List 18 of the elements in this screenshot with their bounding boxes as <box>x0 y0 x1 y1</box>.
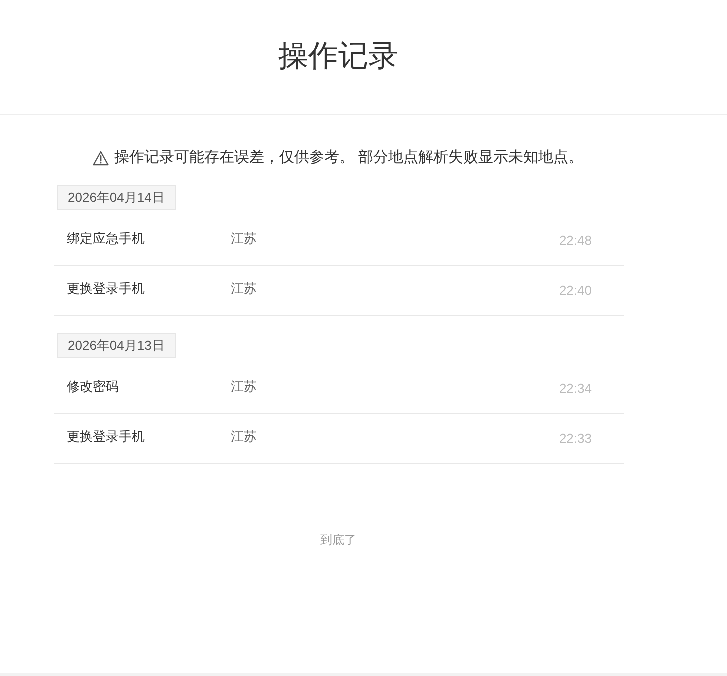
date-tag: 2026年04月13日 <box>57 333 176 358</box>
end-of-list-text: 到底了 <box>320 532 356 549</box>
record-time: 22:34 <box>559 380 592 398</box>
record-action: 更换登录手机 <box>67 280 146 298</box>
record-action: 更换登录手机 <box>67 428 146 446</box>
record-location: 江苏 <box>231 428 257 446</box>
date-tag: 2026年04月14日 <box>57 185 176 210</box>
notice-text: 操作记录可能存在误差，仅供参考。 部分地点解析失败显示未知地点。 <box>114 148 584 168</box>
record-location: 江苏 <box>231 230 257 248</box>
warning-icon <box>93 150 110 166</box>
record-time: 22:48 <box>559 232 592 250</box>
record-location: 江苏 <box>231 378 257 396</box>
record-location: 江苏 <box>231 280 257 298</box>
record-time: 22:33 <box>559 430 592 448</box>
page-title: 操作记录 <box>278 39 398 75</box>
record-time: 22:40 <box>559 282 592 300</box>
record-action: 修改密码 <box>67 378 120 396</box>
record-action: 绑定应急手机 <box>67 230 146 248</box>
